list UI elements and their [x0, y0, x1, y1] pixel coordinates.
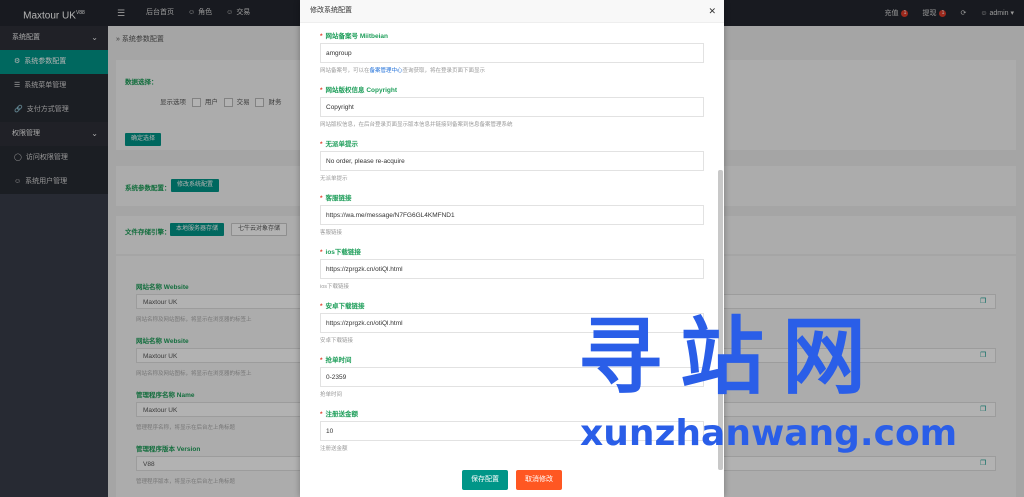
service-link-input[interactable]: https://wa.me/message/N7FG6GL4KMFND1 [320, 205, 704, 225]
copyright-help: 网站版权信息，在后台登录页面显示版本信息并链接到备案到信息备案管理系统 [320, 122, 513, 128]
field-copyright: * 网站版权信息 Copyright Copyright 网站版权信息，在后台登录… [320, 86, 704, 128]
beian-center-link[interactable]: 备案管理中心 [370, 68, 403, 74]
modal-title: 修改系统配置 [310, 7, 352, 14]
watermark-url: xunzhanwang.com [580, 413, 958, 454]
cancel-edit-button[interactable]: 取消修改 [515, 470, 562, 490]
field-service-link: * 客服链接 https://wa.me/message/N7FG6GL4KMFN… [320, 194, 704, 236]
ios-link-input[interactable]: https://zprgzk.cn/otiQl.html [320, 259, 704, 279]
ios-link-help: ios下载链接 [320, 284, 350, 290]
field-miitbeian: * 网站备案号 Miitbeian amgroup 网站备案号，可以在备案管理中心… [320, 32, 704, 74]
field-ios-link: * ios下载链接 https://zprgzk.cn/otiQl.html io… [320, 248, 704, 290]
service-link-help: 客服链接 [320, 230, 343, 236]
field-no-order-tip: * 无派单提示 No order, please re-acquire 无派单提示 [320, 140, 704, 182]
no-order-tip-help: 无派单提示 [320, 176, 348, 182]
modal-buttons: 保存配置 取消修改 [300, 470, 724, 490]
no-order-tip-input[interactable]: No order, please re-acquire [320, 151, 704, 171]
watermark-text: 寻站网 [578, 310, 885, 404]
copyright-input[interactable]: Copyright [320, 97, 704, 117]
save-config-button[interactable]: 保存配置 [462, 470, 509, 490]
miitbeian-input[interactable]: amgroup [320, 43, 704, 63]
close-icon[interactable]: ✕ [708, 0, 716, 22]
modal-header: 修改系统配置 ✕ [300, 0, 724, 23]
miitbeian-help: 网站备案号，可以在备案管理中心查询获取，将在登录页面下面显示 [320, 68, 486, 74]
